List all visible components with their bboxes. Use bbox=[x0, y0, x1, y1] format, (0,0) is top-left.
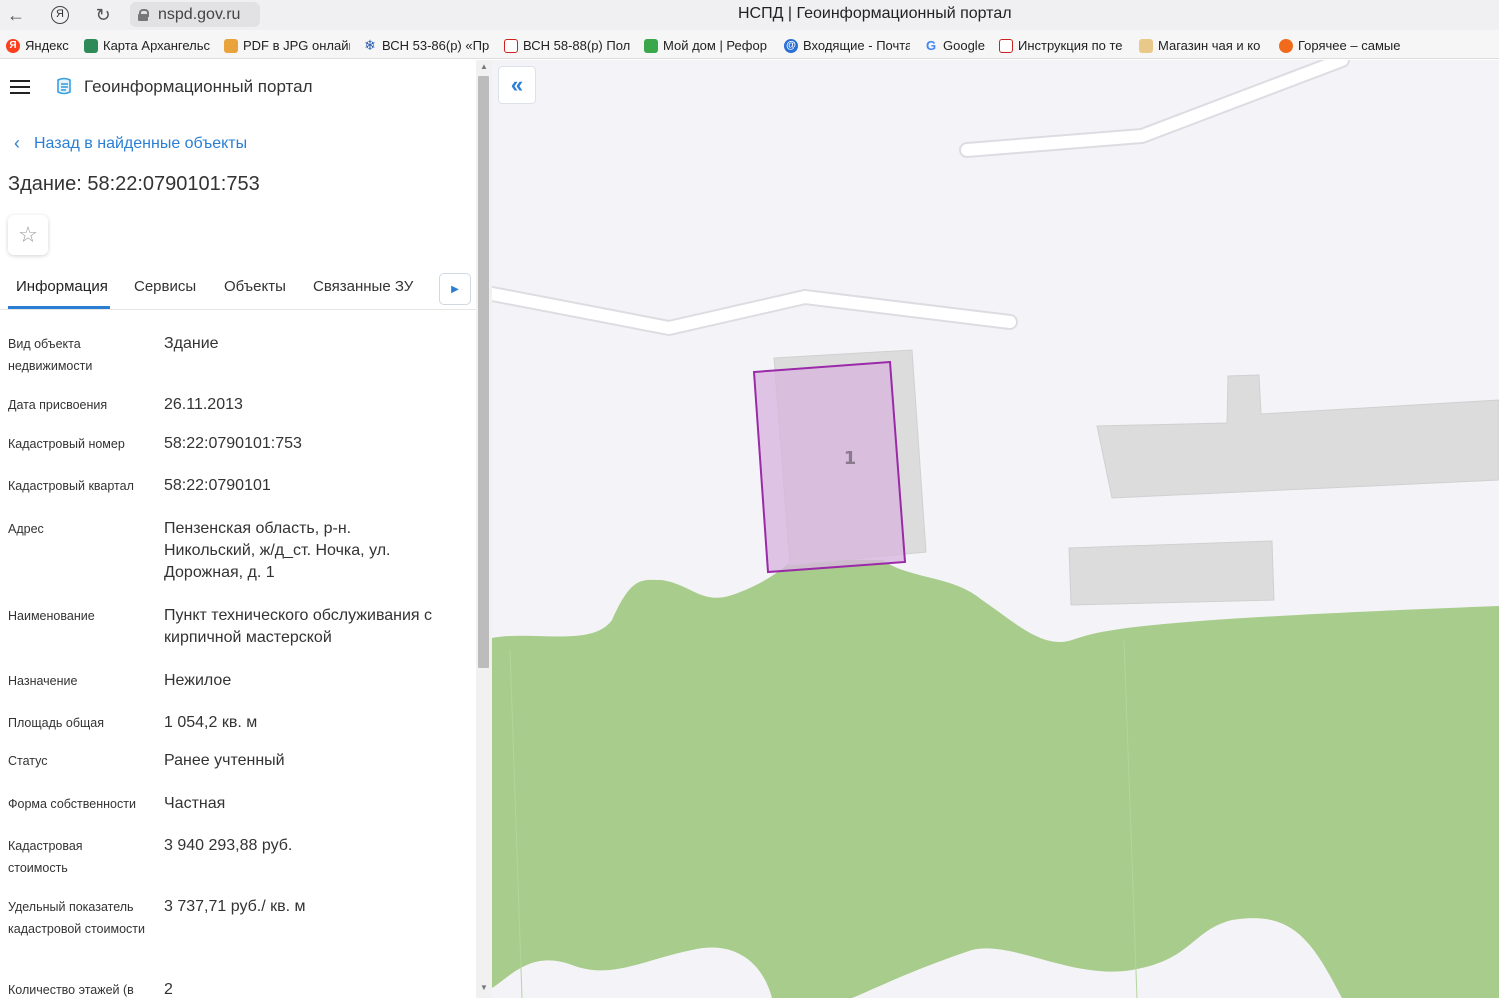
address-bar[interactable]: nspd.gov.ru bbox=[130, 2, 260, 27]
property-label: Наименование bbox=[8, 609, 95, 623]
bookmark-item[interactable]: ❄ ВСН 53-86(р) «Пр bbox=[363, 37, 489, 54]
yandex-browser-icon[interactable]: Я bbox=[48, 3, 72, 27]
forest-area bbox=[492, 560, 1499, 998]
building-number-label: 1 bbox=[844, 448, 857, 469]
tab-objects[interactable]: Объекты bbox=[224, 278, 286, 295]
bookmark-item[interactable]: @ Входящие - Почта bbox=[784, 37, 910, 54]
bookmark-item[interactable]: Мой дом | Рефор bbox=[644, 37, 770, 54]
property-label: Статус bbox=[8, 754, 48, 768]
mail-icon: @ bbox=[784, 38, 798, 53]
browser-toolbar: ← Я ↻ nspd.gov.ru НСПД | Геоинформационн… bbox=[0, 0, 1499, 30]
bookmark-item[interactable]: Я Яндекс bbox=[6, 37, 76, 54]
property-value: Ранее учтенный bbox=[164, 752, 285, 769]
bookmark-item[interactable]: Инструкция по те bbox=[999, 37, 1125, 54]
property-label: Форма собственности bbox=[8, 797, 136, 811]
snowflake-icon: ❄ bbox=[364, 37, 376, 53]
property-value: 3 737,71 руб./ кв. м bbox=[164, 898, 306, 915]
menu-icon[interactable] bbox=[10, 80, 30, 94]
doc-icon bbox=[504, 38, 518, 53]
property-value: 58:22:0790101 bbox=[164, 477, 271, 494]
property-label: Площадь общая bbox=[8, 716, 105, 730]
property-value: 1 054,2 кв. м bbox=[164, 714, 258, 731]
property-label: Кадастровый квартал bbox=[8, 479, 134, 493]
google-icon: G bbox=[925, 38, 937, 53]
double-chevron-left-icon: « bbox=[510, 72, 524, 97]
fire-icon bbox=[1279, 38, 1293, 53]
property-label: Назначение bbox=[8, 674, 78, 688]
portal-logo-icon bbox=[57, 77, 71, 95]
property-value: 2 bbox=[164, 981, 173, 998]
property-value: Пункт технического обслуживания с кирпич… bbox=[164, 607, 433, 646]
url-text: nspd.gov.ru bbox=[158, 5, 241, 23]
chevron-right-icon: ▶ bbox=[451, 283, 459, 295]
object-title: Здание: 58:22:0790101:753 bbox=[8, 173, 260, 195]
selected-building-outline[interactable] bbox=[752, 360, 907, 574]
property-value: 3 940 293,88 руб. bbox=[164, 837, 293, 854]
bookmark-item[interactable]: Карта Архангельс bbox=[84, 37, 212, 54]
map-canvas[interactable]: 1 bbox=[492, 60, 1499, 998]
info-panel: Геоинформационный портал ‹ Назад в найде… bbox=[0, 60, 476, 998]
property-value: 26.11.2013 bbox=[164, 396, 243, 413]
bookmark-item[interactable]: ВСН 58-88(р) Пол bbox=[504, 37, 630, 54]
app-title: Геоинформационный портал bbox=[84, 77, 313, 96]
map-view[interactable]: 1 bbox=[492, 60, 1499, 998]
tab-related-land[interactable]: Связанные ЗУ bbox=[313, 278, 413, 295]
property-label: Количество этажей (в bbox=[8, 983, 134, 997]
favorite-button[interactable]: ☆ bbox=[8, 215, 48, 255]
property-label: Удельный показатель кадастровой стоимост… bbox=[8, 900, 145, 936]
back-link-label: Назад в найденные объекты bbox=[34, 134, 248, 152]
browser-page-title: НСПД | Геоинформационный портал bbox=[738, 5, 1012, 22]
bookmark-item[interactable]: PDF в JPG онлайн bbox=[224, 37, 350, 54]
reload-icon[interactable]: ↻ bbox=[91, 3, 115, 27]
property-label: Кадастровая стоимость bbox=[8, 839, 83, 875]
bookmark-item[interactable]: G Google bbox=[924, 37, 990, 54]
chevron-left-icon: ‹ bbox=[14, 133, 20, 153]
tea-icon bbox=[1139, 38, 1153, 53]
grid-icon bbox=[644, 38, 658, 53]
back-arrow-icon[interactable]: ← bbox=[4, 3, 28, 27]
active-tab-indicator bbox=[8, 306, 110, 309]
property-label: Вид объекта недвижимости bbox=[8, 337, 93, 373]
lock-icon bbox=[138, 8, 149, 21]
property-value: Частная bbox=[164, 795, 226, 812]
property-value: Здание bbox=[164, 335, 219, 352]
back-to-results-link[interactable]: ‹ Назад в найденные объекты bbox=[14, 133, 247, 154]
property-value: Пензенская область, р-н. Никольский, ж/д… bbox=[164, 520, 391, 581]
map-icon bbox=[84, 38, 98, 53]
property-label: Дата присвоения bbox=[8, 398, 108, 412]
yandex-icon: Я bbox=[6, 38, 20, 53]
bookmark-item[interactable]: Горячее – самые bbox=[1279, 37, 1405, 54]
doc-icon bbox=[999, 38, 1013, 53]
property-label: Кадастровый номер bbox=[8, 437, 125, 451]
scroll-down-icon[interactable]: ▼ bbox=[476, 983, 492, 997]
tab-services[interactable]: Сервисы bbox=[134, 278, 196, 295]
pdf-icon bbox=[224, 38, 238, 53]
tab-bar: Информация Сервисы Объекты Связанные ЗУ … bbox=[0, 270, 476, 310]
property-value: 58:22:0790101:753 bbox=[164, 435, 302, 452]
property-label: Адрес bbox=[8, 522, 44, 536]
star-icon: ☆ bbox=[18, 222, 38, 247]
bookmarks-bar: Я Яндекс Карта Архангельс PDF в JPG онла… bbox=[0, 30, 1499, 59]
building-footprint[interactable] bbox=[1068, 540, 1275, 606]
scrollbar-thumb[interactable] bbox=[478, 76, 489, 668]
bookmark-item[interactable]: Магазин чая и ко bbox=[1139, 37, 1265, 54]
scroll-up-icon[interactable]: ▲ bbox=[476, 62, 492, 76]
collapse-panel-button[interactable]: « bbox=[498, 66, 536, 104]
tabs-next-button[interactable]: ▶ bbox=[439, 273, 471, 305]
property-value: Нежилое bbox=[164, 672, 232, 689]
tab-info[interactable]: Информация bbox=[16, 278, 108, 295]
